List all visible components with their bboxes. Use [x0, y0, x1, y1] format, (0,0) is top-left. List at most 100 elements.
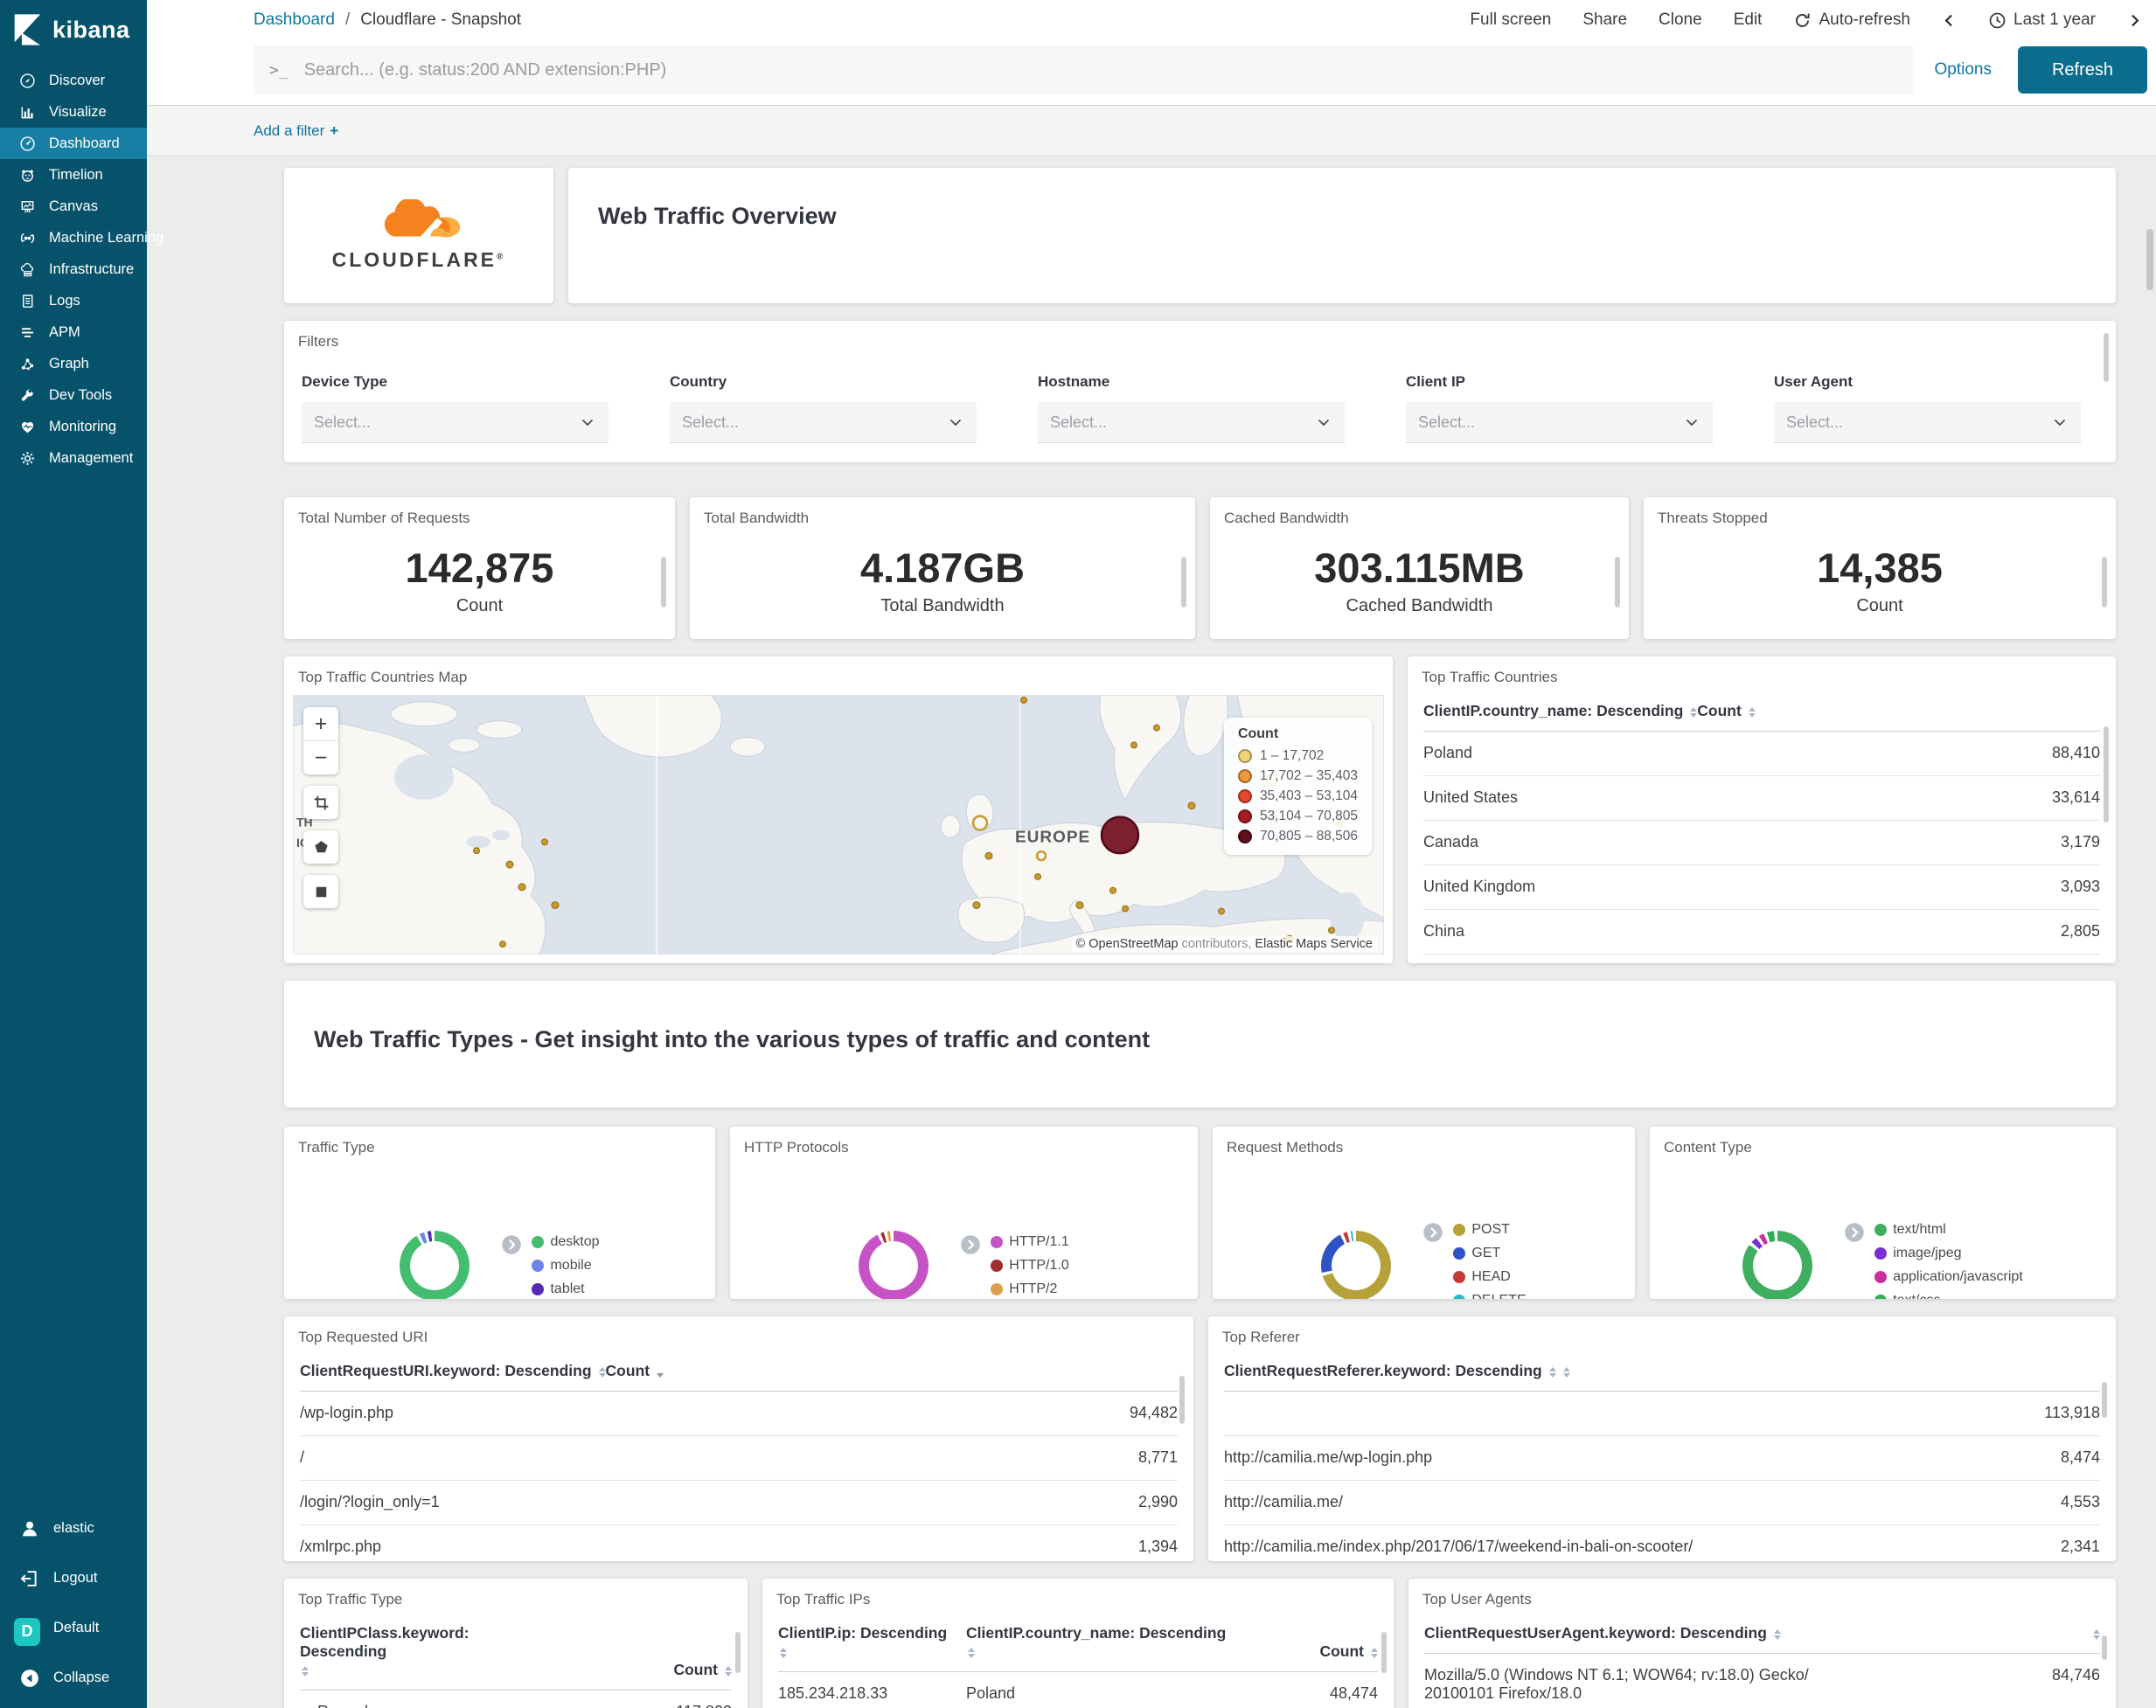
time-forward-button[interactable]: [2127, 13, 2142, 28]
donut-chart[interactable]: [400, 1230, 470, 1299]
sidebar-footer-item[interactable]: D Default: [0, 1603, 147, 1653]
donut-chart[interactable]: [1742, 1230, 1813, 1299]
panel-scrollbar[interactable]: [735, 1632, 741, 1673]
donut-legend-item[interactable]: HTTP/1.1: [991, 1234, 1069, 1250]
panel-scrollbar[interactable]: [1181, 557, 1186, 608]
sidebar-footer-item[interactable]: elastic: [0, 1503, 147, 1553]
donut-legend-item[interactable]: POST: [1453, 1222, 1526, 1238]
sidebar-item[interactable]: Dev Tools: [0, 379, 147, 411]
user-agents-panel-title: Top User Agents: [1422, 1591, 1532, 1607]
add-filter-link[interactable]: Add a filter +: [254, 122, 338, 140]
panel-scrollbar[interactable]: [2102, 1382, 2107, 1418]
column-header[interactable]: ClientIP.country_name: Descending: [1423, 702, 1697, 720]
sidebar-item[interactable]: Machine Learning: [0, 222, 163, 253]
donut-legend-item[interactable]: GET: [1453, 1246, 1526, 1261]
clone-button[interactable]: Clone: [1659, 10, 1702, 30]
map-zoom-in-button[interactable]: +: [303, 707, 338, 740]
countries-table-header: ClientIP.country_name: Descending Count: [1423, 688, 2100, 732]
panel-scrollbar[interactable]: [2102, 557, 2107, 608]
sidebar-item[interactable]: Graph: [0, 348, 147, 379]
column-header[interactable]: Count: [606, 1362, 664, 1380]
sidebar-item[interactable]: Canvas: [0, 191, 147, 222]
column-header[interactable]: ClientRequestUserAgent.keyword: Descendi…: [1424, 1624, 2004, 1642]
share-button[interactable]: Share: [1582, 10, 1627, 30]
column-header[interactable]: Count: [1697, 702, 1756, 720]
sidebar-item[interactable]: Infrastructure: [0, 253, 147, 285]
filter-select[interactable]: Select...: [1774, 402, 2081, 443]
map-draw-rect-button[interactable]: [303, 875, 338, 908]
donut-legend-item[interactable]: HTTP/2: [991, 1281, 1068, 1297]
filter-select[interactable]: Select...: [670, 402, 977, 443]
column-header[interactable]: ClientRequestReferer.keyword: Descending: [1224, 1362, 1556, 1380]
gear-icon: [19, 450, 36, 467]
column-header[interactable]: ClientIP.country_name: Descending: [966, 1624, 1246, 1661]
sidebar-item[interactable]: Logs: [0, 285, 147, 316]
breadcrumb-dashboard-link[interactable]: Dashboard: [254, 10, 335, 30]
column-header[interactable]: ClientRequestURI.keyword: Descending: [300, 1362, 606, 1380]
panel-scrollbar[interactable]: [661, 557, 666, 608]
donut-legend-item[interactable]: HEAD: [1453, 1269, 1526, 1285]
search-input[interactable]: [302, 59, 1898, 81]
filter-select[interactable]: Select...: [1038, 402, 1345, 443]
time-range-picker[interactable]: Last 1 year: [1988, 10, 2096, 30]
legend-expand-button[interactable]: [1844, 1222, 1865, 1243]
search-box: >_: [254, 45, 1914, 94]
sidebar-item[interactable]: Management: [0, 442, 147, 474]
donut-legend-item[interactable]: image/jpeg: [1874, 1246, 2023, 1261]
sidebar-item[interactable]: APM: [0, 316, 147, 348]
panel-scrollbar[interactable]: [2102, 1635, 2107, 1660]
ems-link[interactable]: Elastic Maps Service: [1255, 937, 1373, 951]
table-row: United Kingdom 3,093: [1423, 865, 2100, 910]
donut-legend-item[interactable]: mobile: [532, 1258, 599, 1274]
page-scrollbar[interactable]: [2146, 229, 2153, 290]
column-header[interactable]: ClientIP.ip: Descending: [778, 1624, 966, 1661]
column-header[interactable]: Count: [636, 1661, 732, 1679]
sidebar-footer-item[interactable]: Logout: [0, 1553, 147, 1603]
full-screen-button[interactable]: Full screen: [1470, 10, 1551, 30]
filter-select[interactable]: Select...: [302, 402, 609, 443]
map-fit-bounds-button[interactable]: [303, 786, 338, 819]
map-poland-bubble[interactable]: [1100, 816, 1140, 855]
donut-legend-item[interactable]: application/javascript: [1874, 1269, 2023, 1285]
osm-link[interactable]: © OpenStreetMap: [1076, 937, 1179, 951]
sidebar-item[interactable]: Visualize: [0, 96, 147, 128]
legend-expand-button[interactable]: [960, 1234, 981, 1255]
sidebar-item[interactable]: Timelion: [0, 159, 147, 191]
donut-legend-item[interactable]: text/css: [1874, 1293, 2023, 1299]
time-back-button[interactable]: [1942, 13, 1957, 28]
panel-scrollbar[interactable]: [1615, 557, 1620, 608]
sidebar-item[interactable]: Monitoring: [0, 411, 147, 442]
panel-scrollbar[interactable]: [1381, 1632, 1387, 1673]
sidebar-footer-item[interactable]: Collapse: [0, 1653, 147, 1703]
column-header[interactable]: Count: [1282, 1642, 1378, 1661]
refresh-button[interactable]: Refresh: [2018, 46, 2147, 94]
donut-legend-item[interactable]: text/html: [1874, 1222, 2023, 1238]
auto-refresh-button[interactable]: Auto-refresh: [1793, 10, 1910, 30]
legend-expand-button[interactable]: [1422, 1222, 1443, 1243]
filter-select[interactable]: Select...: [1406, 402, 1713, 443]
column-header[interactable]: ClientIPClass.keyword: Descending: [300, 1624, 527, 1679]
panel-scrollbar[interactable]: [2104, 726, 2109, 823]
options-link[interactable]: Options: [1935, 60, 1992, 80]
count-cell: 8,474: [2060, 1448, 2100, 1466]
infrastructure-icon: [19, 261, 36, 278]
edit-button[interactable]: Edit: [1734, 10, 1763, 30]
column-header[interactable]: [1556, 1367, 1570, 1380]
legend-expand-button[interactable]: [501, 1234, 522, 1255]
donut-chart[interactable]: [1321, 1230, 1392, 1299]
legend-dot: [1237, 830, 1252, 844]
donut-legend-item[interactable]: tablet: [532, 1281, 599, 1297]
map-draw-polygon-button[interactable]: [303, 830, 338, 864]
donut-legend-item[interactable]: desktop: [532, 1234, 600, 1250]
world-map[interactable]: EUROPE TH IC + − Count 1 – 17,702 17,702…: [293, 695, 1384, 955]
panel-scrollbar[interactable]: [1179, 1376, 1185, 1424]
donut-legend-item[interactable]: HTTP/1.0: [991, 1258, 1069, 1274]
sidebar-item[interactable]: Dashboard: [0, 128, 147, 159]
column-header[interactable]: [2004, 1629, 2100, 1642]
map-zoom-out-button[interactable]: −: [303, 740, 338, 774]
sidebar-item-label: Dashboard: [49, 135, 120, 151]
panel-scrollbar[interactable]: [2104, 333, 2109, 382]
donut-chart[interactable]: [859, 1230, 929, 1299]
sidebar-item[interactable]: Discover: [0, 65, 147, 96]
donut-legend-item[interactable]: DELETE: [1453, 1293, 1527, 1299]
